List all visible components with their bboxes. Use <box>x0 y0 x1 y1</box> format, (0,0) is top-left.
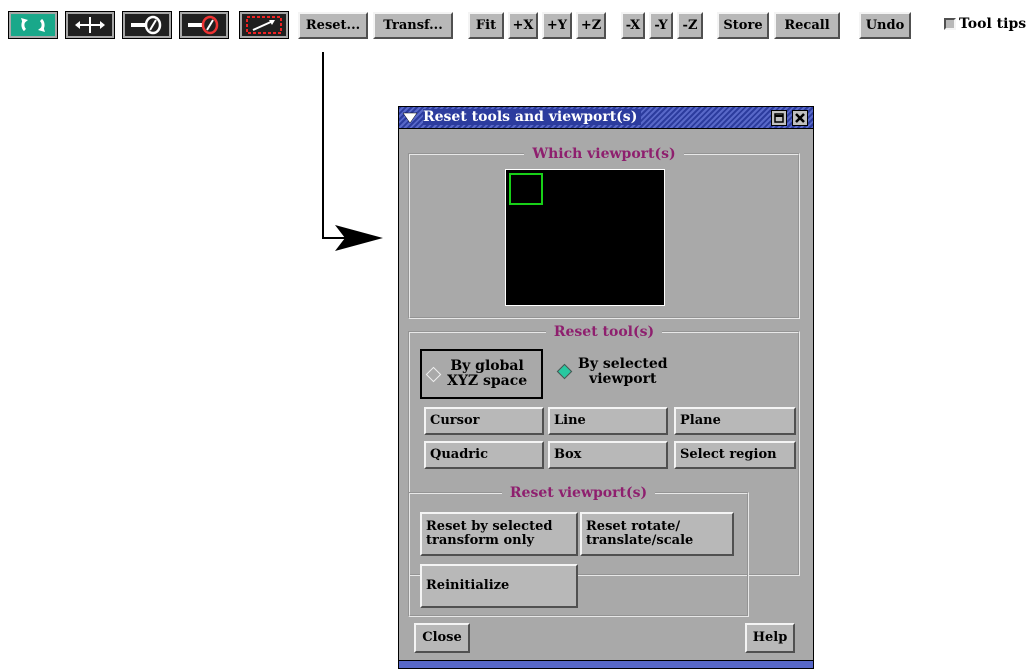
dialog-title-bar[interactable]: Reset tools and viewport(s) <box>399 107 813 129</box>
reset-tools-dialog: Reset tools and viewport(s) Which viewpo… <box>398 106 814 669</box>
which-viewport-group: Which viewport(s) <box>408 146 800 319</box>
viewport-selector[interactable] <box>505 169 665 306</box>
reset-viewport-label: Reset viewport(s) <box>501 485 656 501</box>
dialog-bottom-border <box>399 660 813 668</box>
reset-selected-transform-button[interactable]: Reset by selected transform only <box>420 512 578 556</box>
radio-selected-viewport[interactable]: By selected viewport <box>556 356 668 387</box>
radio-selected-icon <box>556 363 573 380</box>
radio-unselected-icon <box>425 366 442 382</box>
radio-global-label: By global XYZ space <box>447 358 528 389</box>
maximize-icon[interactable] <box>771 110 787 126</box>
selected-viewport-cell[interactable] <box>509 173 543 205</box>
close-icon[interactable] <box>792 110 808 126</box>
window-menu-icon[interactable] <box>402 111 418 129</box>
reset-tools-label: Reset tool(s) <box>545 324 663 340</box>
which-viewport-label: Which viewport(s) <box>524 146 684 162</box>
reset-line-button[interactable]: Line <box>548 407 668 435</box>
close-button[interactable]: Close <box>414 623 470 653</box>
dialog-title: Reset tools and viewport(s) <box>423 109 642 125</box>
help-button[interactable]: Help <box>745 623 795 653</box>
reset-cursor-button[interactable]: Cursor <box>424 407 544 435</box>
reset-select-region-button[interactable]: Select region <box>674 441 796 469</box>
reset-viewport-group: Reset viewport(s) Reset by selected tran… <box>408 485 749 617</box>
reset-box-button[interactable]: Box <box>548 441 668 469</box>
reset-rotate-translate-scale-button[interactable]: Reset rotate/ translate/scale <box>580 512 734 556</box>
radio-global-xyz[interactable]: By global XYZ space <box>420 349 543 399</box>
radio-selected-label: By selected viewport <box>578 356 668 387</box>
reset-plane-button[interactable]: Plane <box>674 407 796 435</box>
reinitialize-button[interactable]: Reinitialize <box>420 564 578 608</box>
reset-quadric-button[interactable]: Quadric <box>424 441 544 469</box>
